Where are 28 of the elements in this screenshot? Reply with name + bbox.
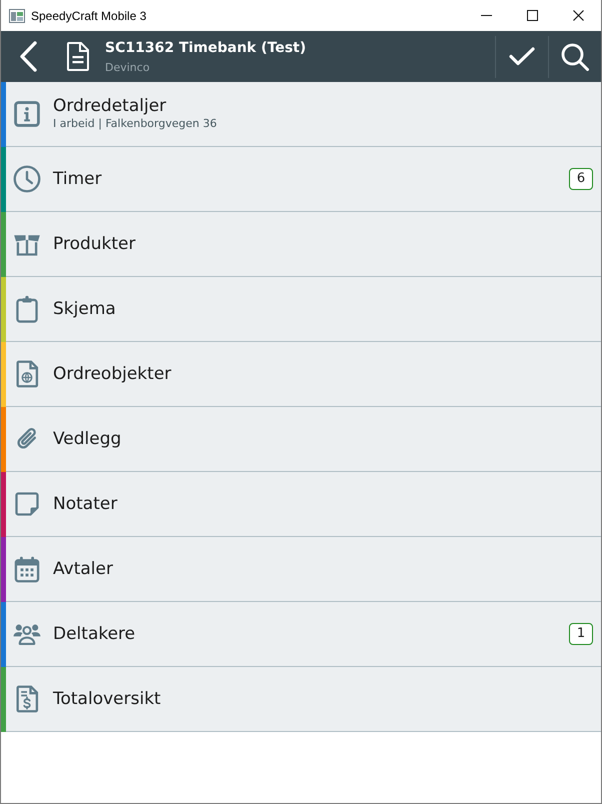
menu-item[interactable]: Totaloversikt [1, 667, 601, 732]
checkmark-icon [509, 47, 535, 66]
sticky-note-icon [13, 490, 41, 518]
count-badge: 1 [569, 623, 593, 645]
menu-item-subtitle: I arbeid | Falkenborgvegen 36 [53, 116, 218, 130]
clock-icon [13, 165, 41, 193]
page-title: SC11362 Timebank (Test) [105, 38, 307, 56]
app-icon [9, 8, 25, 22]
info-icon [13, 100, 41, 128]
minimize-icon [480, 15, 492, 16]
search-icon [561, 42, 589, 70]
menu-item[interactable]: Deltakere 1 [1, 602, 601, 667]
window-title: SpeedyCraft Mobile 3 [31, 8, 146, 24]
menu-item[interactable]: Skjema [1, 277, 601, 342]
menu-item[interactable]: Vedlegg [1, 407, 601, 472]
menu-item[interactable]: Avtaler [1, 537, 601, 602]
close-icon [572, 10, 584, 21]
back-icon [19, 41, 37, 72]
menu-item[interactable]: Timer 6 [1, 147, 601, 212]
menu-item[interactable]: Ordreobjekter [1, 342, 601, 407]
maximize-icon [526, 10, 538, 21]
menu-item[interactable]: Notater [1, 472, 601, 537]
calendar-icon [13, 555, 41, 583]
menu-item[interactable]: Ordredetaljer I arbeid | Falkenborgvegen 36 [1, 82, 601, 147]
count-badge: 6 [569, 168, 593, 190]
menu-item[interactable]: Produkter [1, 212, 601, 277]
page-subtitle: Devinco [105, 60, 151, 74]
document-icon [67, 42, 89, 71]
